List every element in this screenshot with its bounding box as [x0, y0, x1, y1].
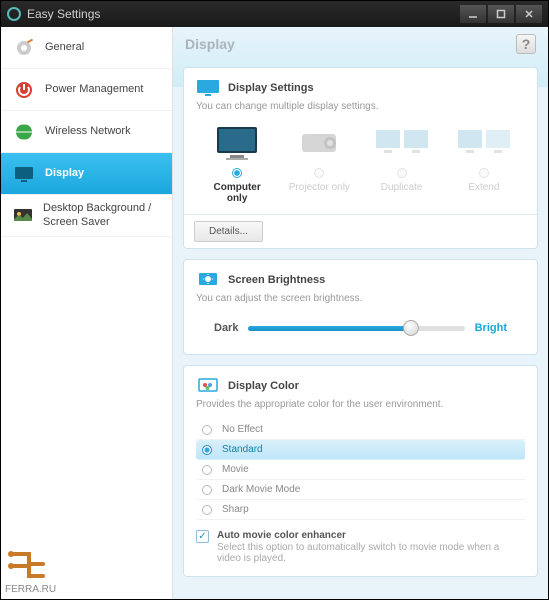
- display-option-duplicate[interactable]: Duplicate: [367, 122, 437, 204]
- close-button[interactable]: [516, 5, 542, 23]
- option-label: Duplicate: [367, 182, 437, 193]
- sidebar-item-general[interactable]: General: [1, 27, 172, 69]
- page-title: Display: [185, 36, 235, 52]
- app-icon: [7, 7, 21, 21]
- window-controls: [460, 5, 542, 23]
- panel-subtitle: Provides the appropriate color for the u…: [196, 399, 525, 410]
- option-label: Projector only: [284, 182, 354, 193]
- display-option-extend[interactable]: Extend: [449, 122, 519, 204]
- display-mode-options: Computer only Projector only Duplicate: [196, 122, 525, 204]
- duplicate-thumb-icon: [367, 122, 437, 164]
- color-option-no-effect[interactable]: No Effect: [196, 420, 525, 440]
- option-label: Extend: [449, 182, 519, 193]
- sidebar-item-label: Wireless Network: [45, 125, 131, 138]
- auto-enhance-desc: Select this option to automatically swit…: [217, 542, 525, 564]
- radio-indicator: [202, 465, 212, 475]
- display-option-computer-only[interactable]: Computer only: [202, 122, 272, 204]
- option-label: Sharp: [222, 504, 249, 515]
- sidebar-item-power-management[interactable]: Power Management: [1, 69, 172, 111]
- screen-brightness-panel: Screen Brightness You can adjust the scr…: [183, 259, 538, 355]
- main-header: Display ?: [173, 27, 548, 61]
- panel-title-text: Display Color: [228, 380, 299, 392]
- sidebar-item-desktop-background[interactable]: Desktop Background / Screen Saver: [1, 195, 172, 237]
- gear-icon: [11, 35, 37, 61]
- projector-thumb-icon: [284, 122, 354, 164]
- display-settings-panel: Display Settings You can change multiple…: [183, 67, 538, 249]
- brightness-min-label: Dark: [204, 322, 248, 334]
- auto-enhance-title: Auto movie color enhancer: [217, 530, 525, 541]
- main-panel: Display ? Display Settings You can chang…: [173, 27, 548, 599]
- display-color-panel: Display Color Provides the appropriate c…: [183, 365, 538, 577]
- option-label: No Effect: [222, 424, 263, 435]
- content-body: General Power Management Wireless Networ…: [1, 27, 548, 599]
- details-button[interactable]: Details...: [194, 221, 263, 242]
- app-window: Easy Settings General Power Management W…: [0, 0, 549, 600]
- sidebar-item-label: Display: [45, 167, 84, 180]
- option-label: Standard: [222, 444, 263, 455]
- color-option-dark-movie-mode[interactable]: Dark Movie Mode: [196, 480, 525, 500]
- monitor-icon: [11, 161, 37, 187]
- panel-title-text: Display Settings: [228, 82, 314, 94]
- option-label: Computer only: [202, 182, 272, 204]
- desktop-icon: [11, 203, 35, 229]
- sidebar-item-label: Power Management: [45, 83, 143, 96]
- sidebar-item-wireless-network[interactable]: Wireless Network: [1, 111, 172, 153]
- panel-title: Screen Brightness: [196, 270, 525, 290]
- extend-thumb-icon: [449, 122, 519, 164]
- details-bar: Details...: [184, 214, 537, 248]
- panel-title-text: Screen Brightness: [228, 274, 325, 286]
- panel-title: Display Color: [196, 376, 525, 396]
- sidebar-item-label: General: [45, 41, 84, 54]
- option-label: Dark Movie Mode: [222, 484, 300, 495]
- panel-title: Display Settings: [196, 78, 525, 98]
- computer-thumb-icon: [202, 122, 272, 164]
- sidebar: General Power Management Wireless Networ…: [1, 27, 173, 599]
- minimize-button[interactable]: [460, 5, 486, 23]
- auto-enhance-text: Auto movie color enhancer Select this op…: [217, 530, 525, 564]
- panel-subtitle: You can adjust the screen brightness.: [196, 293, 525, 304]
- sidebar-item-display[interactable]: Display: [1, 153, 172, 195]
- panel-subtitle: You can change multiple display settings…: [196, 101, 525, 112]
- help-button[interactable]: ?: [516, 34, 536, 54]
- slider-thumb[interactable]: [403, 320, 419, 336]
- radio-indicator: [202, 425, 212, 435]
- sidebar-item-label: Desktop Background / Screen Saver: [43, 202, 162, 228]
- maximize-button[interactable]: [488, 5, 514, 23]
- monitor-icon: [196, 78, 220, 98]
- slider-fill: [248, 326, 410, 331]
- auto-movie-enhancer-row: ✓ Auto movie color enhancer Select this …: [196, 530, 525, 564]
- radio-indicator: [479, 168, 489, 178]
- color-option-movie[interactable]: Movie: [196, 460, 525, 480]
- radio-indicator: [232, 168, 242, 178]
- radio-indicator: [202, 445, 212, 455]
- display-option-projector-only[interactable]: Projector only: [284, 122, 354, 204]
- color-option-sharp[interactable]: Sharp: [196, 500, 525, 520]
- brightness-max-label: Bright: [465, 322, 517, 334]
- brightness-control: Dark Bright: [196, 314, 525, 342]
- radio-indicator: [314, 168, 324, 178]
- power-icon: [11, 77, 37, 103]
- color-option-standard[interactable]: Standard: [196, 440, 525, 460]
- titlebar: Easy Settings: [1, 1, 548, 27]
- option-label: Movie: [222, 464, 249, 475]
- auto-enhance-checkbox[interactable]: ✓: [196, 530, 209, 543]
- globe-icon: [11, 119, 37, 145]
- radio-indicator: [202, 505, 212, 515]
- radio-indicator: [202, 485, 212, 495]
- color-icon: [196, 376, 220, 396]
- color-mode-list: No Effect Standard Movie Dark Movie Mode: [196, 420, 525, 520]
- brightness-icon: [196, 270, 220, 290]
- window-title: Easy Settings: [27, 7, 460, 21]
- brightness-slider[interactable]: [248, 320, 464, 336]
- radio-indicator: [397, 168, 407, 178]
